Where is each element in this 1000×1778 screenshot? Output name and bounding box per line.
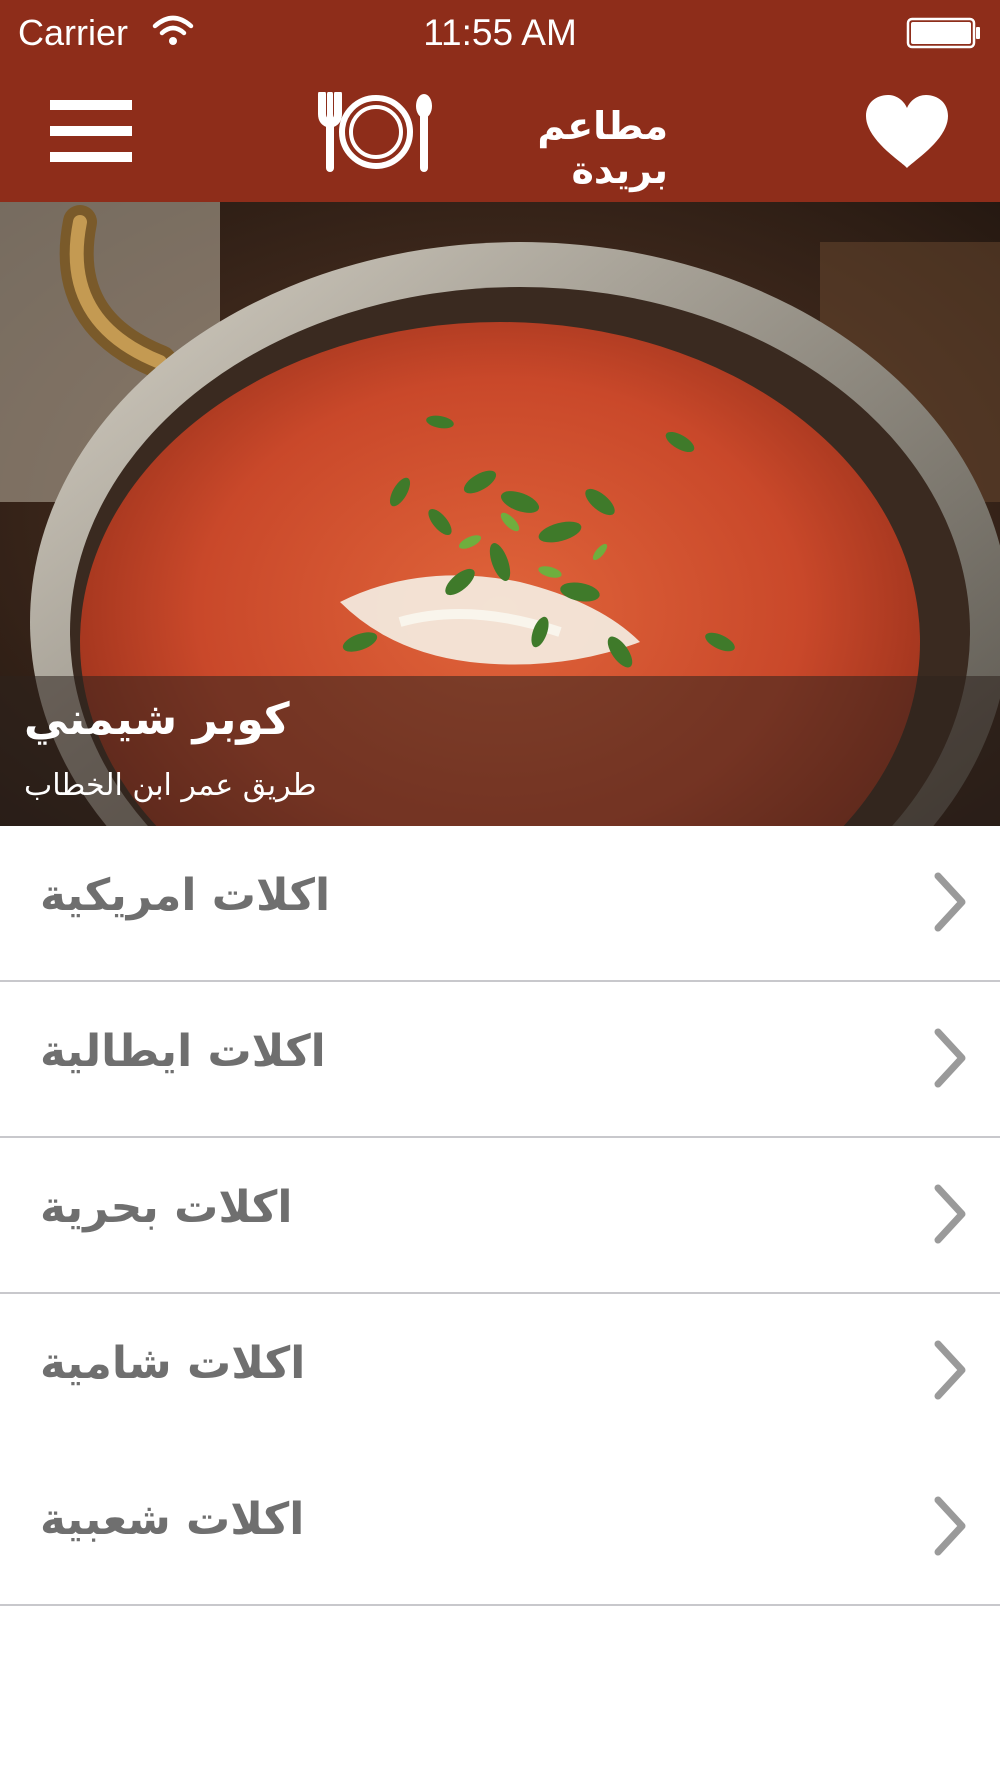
restaurant-name: كوبر شيمني bbox=[24, 694, 290, 745]
category-item-seafood[interactable]: اكلات بحرية bbox=[0, 1138, 1000, 1294]
chevron-right-icon bbox=[934, 1340, 966, 1400]
category-label: اكلات شعبية bbox=[40, 1494, 305, 1545]
featured-restaurant-banner[interactable]: كوبر شيمني طريق عمر ابن الخطاب bbox=[0, 202, 1000, 826]
favorite-button[interactable] bbox=[864, 94, 950, 170]
chevron-right-icon bbox=[934, 1496, 966, 1556]
heart-icon bbox=[866, 95, 948, 168]
chevron-right-icon bbox=[934, 1184, 966, 1244]
restaurant-address: طريق عمر ابن الخطاب bbox=[24, 768, 317, 803]
category-label: اكلات شامية bbox=[40, 1338, 306, 1389]
category-item-italian[interactable]: اكلات ايطالية bbox=[0, 982, 1000, 1138]
chevron-right-icon bbox=[934, 1028, 966, 1088]
category-label: اكلات بحرية bbox=[40, 1182, 293, 1233]
category-item-american[interactable]: اكلات امريكية bbox=[0, 826, 1000, 982]
navigation-bar: Carrier 11:55 AM مطاعم بريدة bbox=[0, 0, 1000, 202]
category-list: اكلات امريكية اكلات ايطالية اكلات بحرية … bbox=[0, 826, 1000, 1606]
category-label: اكلات ايطالية bbox=[40, 1026, 326, 1077]
category-label: اكلات امريكية bbox=[40, 870, 331, 921]
chevron-right-icon bbox=[934, 872, 966, 932]
menu-button[interactable] bbox=[46, 96, 136, 164]
hero-caption: كوبر شيمني طريق عمر ابن الخطاب bbox=[0, 676, 1000, 826]
status-time: 11:55 AM bbox=[423, 12, 577, 53]
plate-fork-spoon-icon bbox=[318, 92, 432, 172]
category-item-levantine[interactable]: اكلات شامية bbox=[0, 1294, 1000, 1450]
category-item-traditional[interactable]: اكلات شعبية bbox=[0, 1450, 1000, 1606]
battery-icon bbox=[906, 17, 980, 49]
app-title: مطاعم بريدة bbox=[537, 104, 668, 192]
